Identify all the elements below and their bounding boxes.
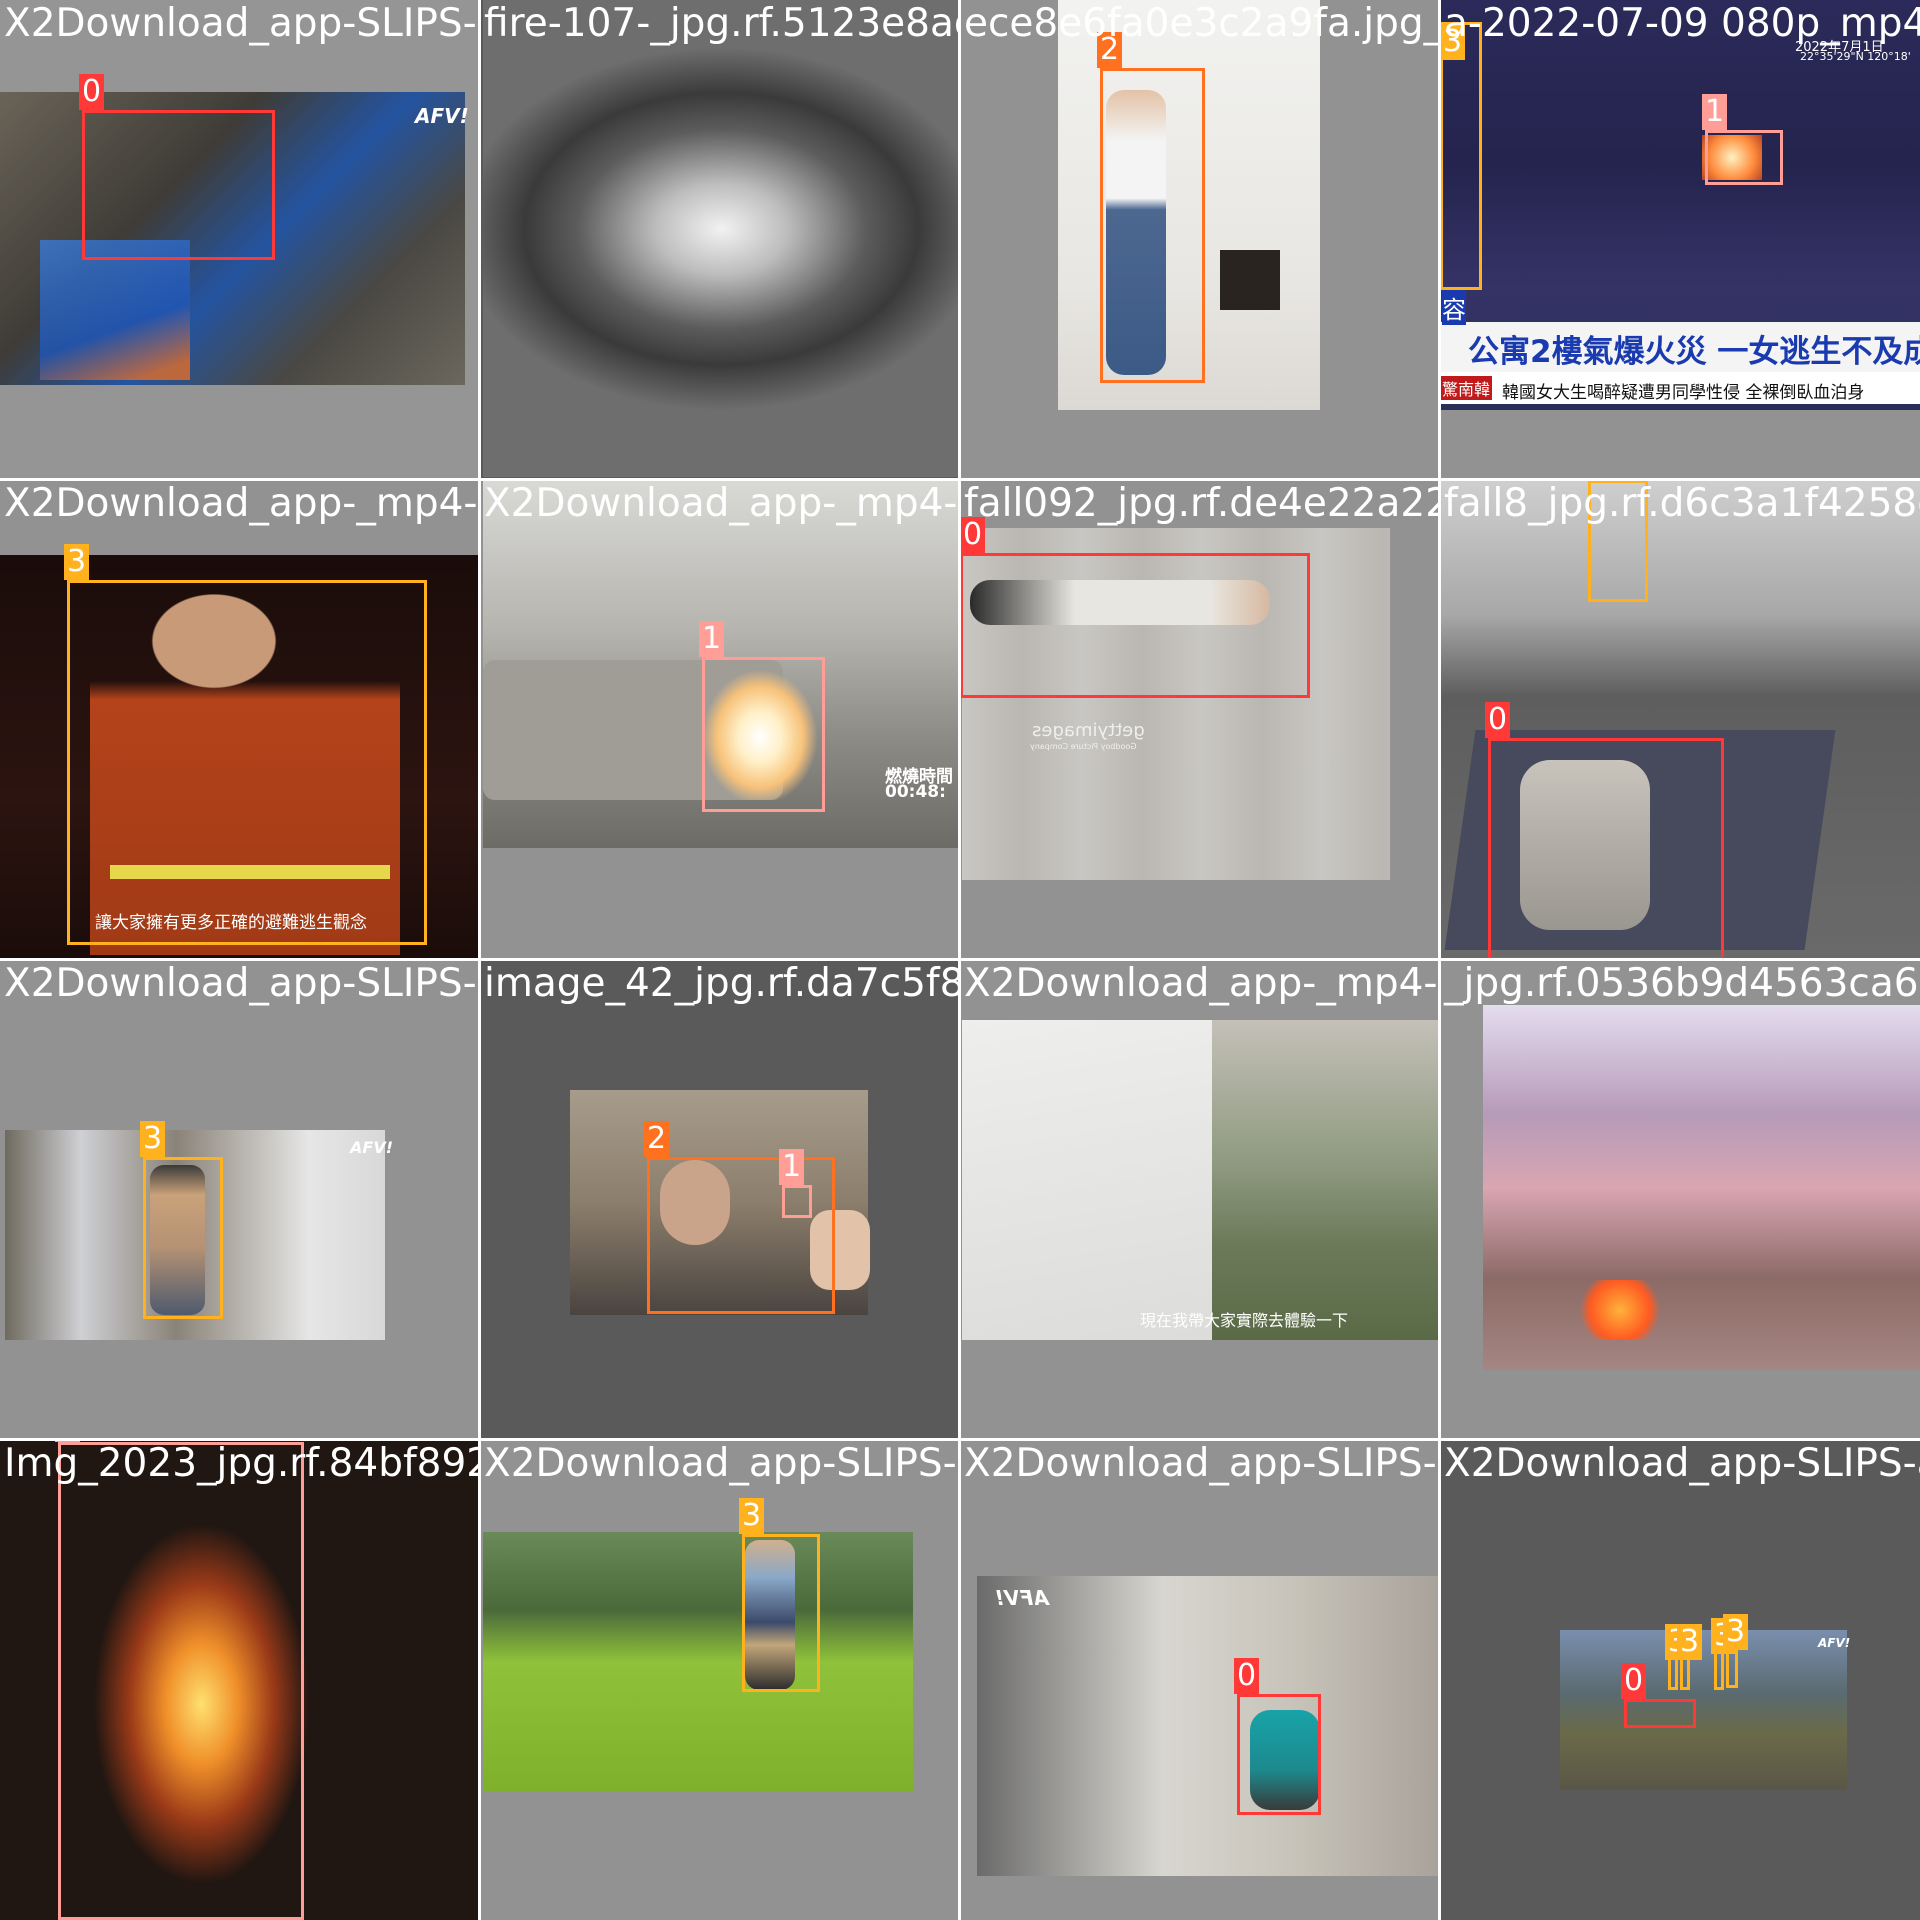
tile-overlay-text: AFV!: [415, 104, 469, 128]
tile-image: [1560, 1630, 1847, 1790]
mosaic-tile: 3 0 fall8_jpg.rf.d6c3a1f4258ea: [1440, 480, 1920, 960]
tile-overlay-text: AFV!: [995, 1586, 1049, 1610]
tile-filename: X2Download_app-SLIPS-and-FALLS-That-Fail…: [4, 961, 480, 1006]
tile-filename: X2Download_app-SLIPS-and-FALLS-That-Fail…: [4, 1, 480, 46]
bbox-class-2: [1100, 68, 1205, 383]
bbox-label: 2: [644, 1121, 670, 1157]
bbox-label: 3: [739, 1498, 765, 1534]
mosaic-tile: fire-107-_jpg.rf.5123e8ad085: [480, 0, 960, 480]
tile-filename: Img_2023_jpg.rf.84bf89267e7: [4, 1441, 480, 1486]
bbox-class-0: [82, 110, 275, 260]
tile-filename: fall8_jpg.rf.d6c3a1f4258ea: [1444, 481, 1920, 526]
bbox-label: 3: [1723, 1614, 1749, 1650]
mosaic-tile: 2022年7月1日 22°35'29"N 120°18' 公寓2樓氣爆火災 一女…: [1440, 0, 1920, 480]
bbox-label: 3: [1677, 1624, 1703, 1660]
building-wall: [962, 1020, 1212, 1340]
bbox-class-0: [1624, 1699, 1696, 1728]
tile-filename: X2Download_app-_mp4-103_jpg.rf.4f09915b1…: [484, 481, 960, 526]
tile-filename: image_42_jpg.rf.da7c5f8fae5b2e23af5: [484, 961, 960, 1006]
grid-divider: [0, 958, 1920, 961]
bbox-class-3: [143, 1157, 223, 1319]
mosaic-tile: AFV! 0 X2Download_app-SLIPS-and-FALLS-Th…: [0, 0, 480, 480]
tile-filename: fire-107-_jpg.rf.5123e8ad085: [484, 1, 960, 46]
tile-image: [977, 1576, 1440, 1876]
bbox-label: 3: [140, 1121, 166, 1157]
watermark-credit: Goodboy Picture Company: [1030, 742, 1137, 751]
tile-image: [483, 1532, 913, 1792]
tile-filename: ece8e6fa0e3c2a9fa.jpg_rf_5049336c02: [964, 1, 1440, 46]
bbox-class-3: [1714, 1650, 1724, 1690]
tile-image: [1483, 1005, 1920, 1370]
tile-filename: a-2022-07-09 080p_mp4-: [1444, 1, 1920, 46]
mosaic-tile: 現在我帶大家實際去體驗一下 X2Download_app-_mp4-65_jpg…: [960, 960, 1440, 1440]
plant-table: [1220, 250, 1280, 310]
news-side-tag: 容: [1442, 290, 1466, 325]
fire-on-ground: [1580, 1280, 1660, 1340]
tile-image: [483, 0, 960, 477]
tile-filename: X2Download_app-SLIPS-and-FALLS-That-Fail…: [484, 1441, 960, 1486]
bbox-class-0: [960, 553, 1310, 698]
tile-filename: _jpg.rf.0536b9d4563ca6be6d5e411: [1444, 961, 1920, 1006]
bbox-class-3: [1440, 22, 1482, 290]
mosaic-tile: AFV! 0 X2Download_app-SLIPS-and-FALLS-Th…: [960, 1440, 1440, 1920]
news-subheadline: 韓國女大生喝醉疑遭男同學性侵 全裸倒臥血泊身: [1502, 383, 1865, 403]
bbox-class-1: [58, 1442, 304, 1920]
news-headline: 公寓2樓氣爆火災 一女逃生不及成焦: [1468, 334, 1920, 370]
bbox-label: 1: [1702, 94, 1728, 130]
mosaic-tile: 1 Img_2023_jpg.rf.84bf89267e7: [0, 1440, 480, 1920]
grid-divider: [0, 478, 1920, 481]
bbox-label: 1: [699, 621, 725, 657]
bbox-class-3: [1668, 1656, 1678, 1690]
mosaic-tile: AFV! 3 X2Download_app-SLIPS-and-FALLS-Th…: [0, 960, 480, 1440]
bbox-class-1: [782, 1185, 812, 1218]
bbox-class-2: [647, 1157, 835, 1314]
detection-mosaic: AFV! 0 X2Download_app-SLIPS-and-FALLS-Th…: [0, 0, 1920, 1920]
mosaic-tile: 3 X2Download_app-SLIPS-and-FALLS-That-Fa…: [480, 1440, 960, 1920]
bbox-label: 0: [1485, 702, 1511, 738]
tile-filename: X2Download_app-_mp4-62_jpg.rf.9c1f8ff7cc: [4, 481, 480, 526]
bbox-class-3: [1726, 1646, 1738, 1688]
tile-filename: X2Download_app-SLIPS-and-FALLS-That-Fail: [1444, 1441, 1920, 1486]
bbox-class-0: [1237, 1694, 1321, 1815]
bbox-class-0: [1488, 738, 1724, 960]
tile-overlay-text: AFV!: [350, 1138, 393, 1157]
bbox-class-3: [742, 1534, 820, 1692]
mosaic-tile: 讓大家擁有更多正確的避難逃生觀念 3 X2Download_app-_mp4-6…: [0, 480, 480, 960]
watermark: gettyimages: [1032, 720, 1145, 741]
tile-overlay-text: AFV!: [1818, 1636, 1851, 1650]
bbox-class-1: [1705, 130, 1783, 185]
burn-time-value: 00:48:: [885, 782, 946, 802]
mosaic-tile: _jpg.rf.0536b9d4563ca6be6d5e411: [1440, 960, 1920, 1440]
bbox-label: 0: [1234, 1658, 1260, 1694]
foam-pit-detail: [40, 240, 190, 380]
mosaic-tile: AFV! 0 3 3 3 3 X2Download_app-SLIPS-and-…: [1440, 1440, 1920, 1920]
bbox-class-1: [702, 657, 825, 812]
news-coordinates: 22°35'29"N 120°18': [1800, 50, 1911, 63]
bbox-label: 1: [779, 1149, 805, 1185]
tile-filename: X2Download_app-_mp4-65_jpg.rf.f05: [964, 961, 1440, 1006]
mosaic-tile: gettyimages Goodboy Picture Company 0 fa…: [960, 480, 1440, 960]
tile-subtitle: 現在我帶大家實際去體驗一下: [1140, 1311, 1349, 1330]
tile-filename: X2Download_app-SLIPS-and-FALLS-That-Fail: [964, 1441, 1440, 1486]
mosaic-tile: 2 1 image_42_jpg.rf.da7c5f8fae5b2e23af5: [480, 960, 960, 1440]
mosaic-tile: 燃燒時間 00:48: 1 X2Download_app-_mp4-103_jp…: [480, 480, 960, 960]
bbox-class-3: [67, 580, 427, 945]
bbox-class-3: [1680, 1656, 1690, 1690]
tile-filename: fall092_jpg.rf.de4e22a2264: [964, 481, 1440, 526]
mosaic-tile: 2 ece8e6fa0e3c2a9fa.jpg_rf_5049336c02: [960, 0, 1440, 480]
news-region-tag: 驚南韓: [1440, 376, 1493, 400]
grid-divider: [0, 1438, 1920, 1441]
bbox-label: 3: [64, 544, 90, 580]
bbox-label: 0: [1621, 1663, 1647, 1699]
bbox-label: 0: [79, 74, 105, 110]
